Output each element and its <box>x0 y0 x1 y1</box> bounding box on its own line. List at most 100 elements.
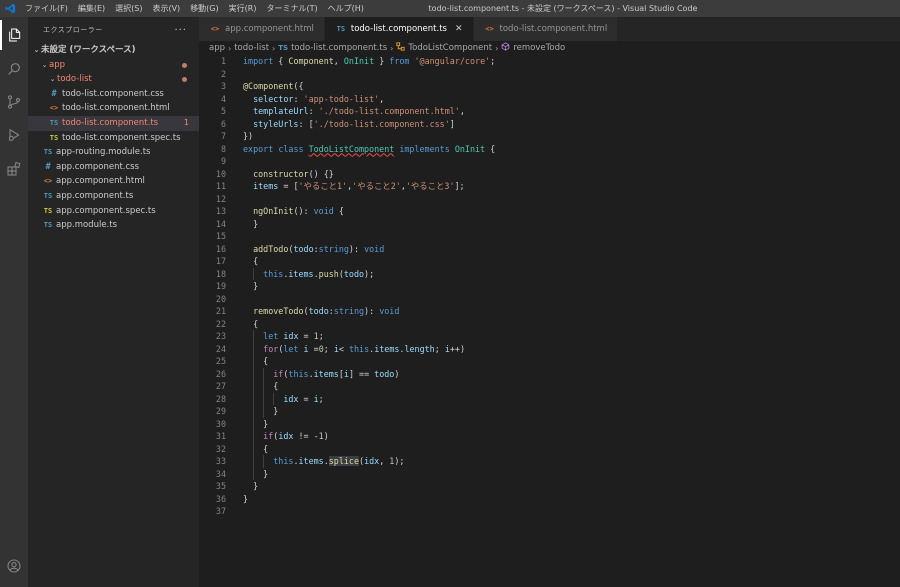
menu-item[interactable]: 実行(R) <box>224 0 262 17</box>
file-item[interactable]: TS todo-list.component.spec.ts <box>28 131 199 146</box>
file-item[interactable]: TS app.component.ts <box>28 189 199 204</box>
line-number: 27 <box>215 381 226 391</box>
breadcrumb-item[interactable]: TodoListComponent <box>408 43 492 53</box>
tab-todo-list-component-ts[interactable]: TS todo-list.component.ts ✕ <box>324 17 474 41</box>
chevron-right-icon: › <box>495 43 499 53</box>
code-line: 25 { <box>199 355 900 368</box>
code-line: 7}) <box>199 130 900 143</box>
folder-app[interactable]: ⌄ app <box>28 58 199 73</box>
explorer-icon[interactable] <box>0 20 28 50</box>
indent-guide <box>253 342 255 355</box>
file-item[interactable]: # todo-list.component.css <box>28 87 199 102</box>
activity-bar <box>0 17 28 587</box>
indent-guide <box>253 467 255 480</box>
line-number: 1 <box>220 56 226 66</box>
workspace-root[interactable]: ⌄ 未設定 (ワークスペース) <box>28 43 199 58</box>
code-line: 36} <box>199 493 900 506</box>
tab-app-component-html[interactable]: <> app.component.html <box>199 17 325 41</box>
menu-item[interactable]: ヘルプ(H) <box>323 0 369 17</box>
code-editor[interactable]: 1 import { Component, OnInit } from '@ang… <box>199 55 900 587</box>
css-file-icon: # <box>51 88 57 99</box>
code-text: idx = i; <box>283 393 324 404</box>
code-line: 27 { <box>199 380 900 393</box>
code-line: 24 for(let i =0; i< this.items.length; i… <box>199 342 900 355</box>
search-icon[interactable] <box>0 54 28 84</box>
breadcrumb-item[interactable]: app <box>209 43 225 53</box>
code-text: { <box>243 381 279 391</box>
file-item[interactable]: TS app-routing.module.ts <box>28 145 199 160</box>
menu-item[interactable]: 選択(S) <box>110 0 147 17</box>
code-line: 31 if(idx != -1) <box>199 430 900 443</box>
code-text: } <box>243 418 269 429</box>
file-item[interactable]: TS app.module.ts <box>28 218 199 233</box>
folder-label: app <box>49 59 65 70</box>
file-item[interactable]: <> todo-list.component.html <box>28 101 199 116</box>
code-line: 8 export class TodoListComponent implemen… <box>199 143 900 156</box>
code-text: { <box>243 443 269 454</box>
code-line: 3 @Component({ <box>199 80 900 93</box>
line-number: 8 <box>220 143 226 154</box>
code-line: 14 } <box>199 218 900 231</box>
explorer-title: エクスプローラー <box>43 26 103 34</box>
line-number: 15 <box>215 231 226 241</box>
modified-dot-icon <box>182 62 187 68</box>
tab-todo-list-component-html[interactable]: <> todo-list.component.html <box>473 17 619 41</box>
line-number: 22 <box>215 318 226 329</box>
code-line: 9 <box>199 155 900 168</box>
breadcrumb-item[interactable]: removeTodo <box>513 43 565 53</box>
menu-item[interactable]: 移動(G) <box>185 0 223 17</box>
code-text: items = ['やること1','やること2','やること3']; <box>253 181 465 191</box>
line-number: 6 <box>220 118 226 129</box>
line-number: 4 <box>220 93 226 104</box>
chevron-down-icon: ⌄ <box>49 75 56 84</box>
file-item[interactable]: TS app.component.spec.ts <box>28 204 199 219</box>
line-number: 33 <box>215 456 226 466</box>
code-text: constructor() {} <box>253 168 334 179</box>
breadcrumb-item[interactable]: todo-list.component.ts <box>291 43 387 53</box>
code-text: this.items.splice(idx, 1); <box>273 456 405 466</box>
run-debug-icon[interactable] <box>0 120 28 150</box>
more-actions-icon[interactable]: ··· <box>174 25 187 36</box>
tab-label: todo-list.component.html <box>499 24 608 34</box>
menu-item[interactable]: ターミナル(T) <box>261 0 322 17</box>
breadcrumb-item[interactable]: todo-list <box>234 43 269 53</box>
menu-item[interactable]: 表示(V) <box>147 0 185 17</box>
line-number: 35 <box>215 481 226 491</box>
menu-item[interactable]: 編集(E) <box>73 0 110 17</box>
source-control-icon[interactable] <box>0 87 28 117</box>
code-text: import { Component, OnInit } from '@angu… <box>243 56 496 66</box>
code-line: 28 idx = i; <box>199 392 900 405</box>
code-text: } <box>243 493 249 504</box>
indent-guide <box>263 380 265 393</box>
typescript-file-icon: TS <box>278 44 289 52</box>
file-item[interactable]: TS todo-list.component.ts 1 <box>28 115 199 131</box>
indent-guide <box>253 330 255 343</box>
explorer-header: エクスプローラー ··· <box>28 17 199 43</box>
close-icon[interactable]: ✕ <box>455 24 463 34</box>
file-item[interactable]: # app.component.css <box>28 160 199 175</box>
code-line: 32 { <box>199 442 900 455</box>
indent-guide <box>253 355 255 368</box>
code-text: { <box>243 356 269 366</box>
method-symbol-icon <box>501 42 510 54</box>
code-line: 2 <box>199 68 900 81</box>
code-text: styleUrls: ['./todo-list.component.css'] <box>253 118 455 129</box>
line-number: 7 <box>220 131 226 141</box>
typescript-file-icon: TS <box>43 206 53 215</box>
modified-dot-icon <box>182 77 187 83</box>
account-icon[interactable] <box>0 551 28 581</box>
file-item[interactable]: <> app.component.html <box>28 174 199 189</box>
line-number: 2 <box>220 68 226 79</box>
menu-item[interactable]: ファイル(F) <box>20 0 73 17</box>
extensions-icon[interactable] <box>0 154 28 184</box>
code-text: export class TodoListComponent implement… <box>243 143 496 154</box>
chevron-down-icon: ⌄ <box>33 46 40 54</box>
file-label: todo-list.component.css <box>62 88 164 99</box>
line-number: 29 <box>215 406 226 416</box>
indent-guide <box>253 267 255 280</box>
code-line: 22 { <box>199 318 900 331</box>
line-number: 11 <box>215 181 226 191</box>
vscode-logo-icon <box>0 0 20 17</box>
folder-todo-list[interactable]: ⌄ todo-list <box>28 72 199 87</box>
indent-guide <box>253 442 255 455</box>
